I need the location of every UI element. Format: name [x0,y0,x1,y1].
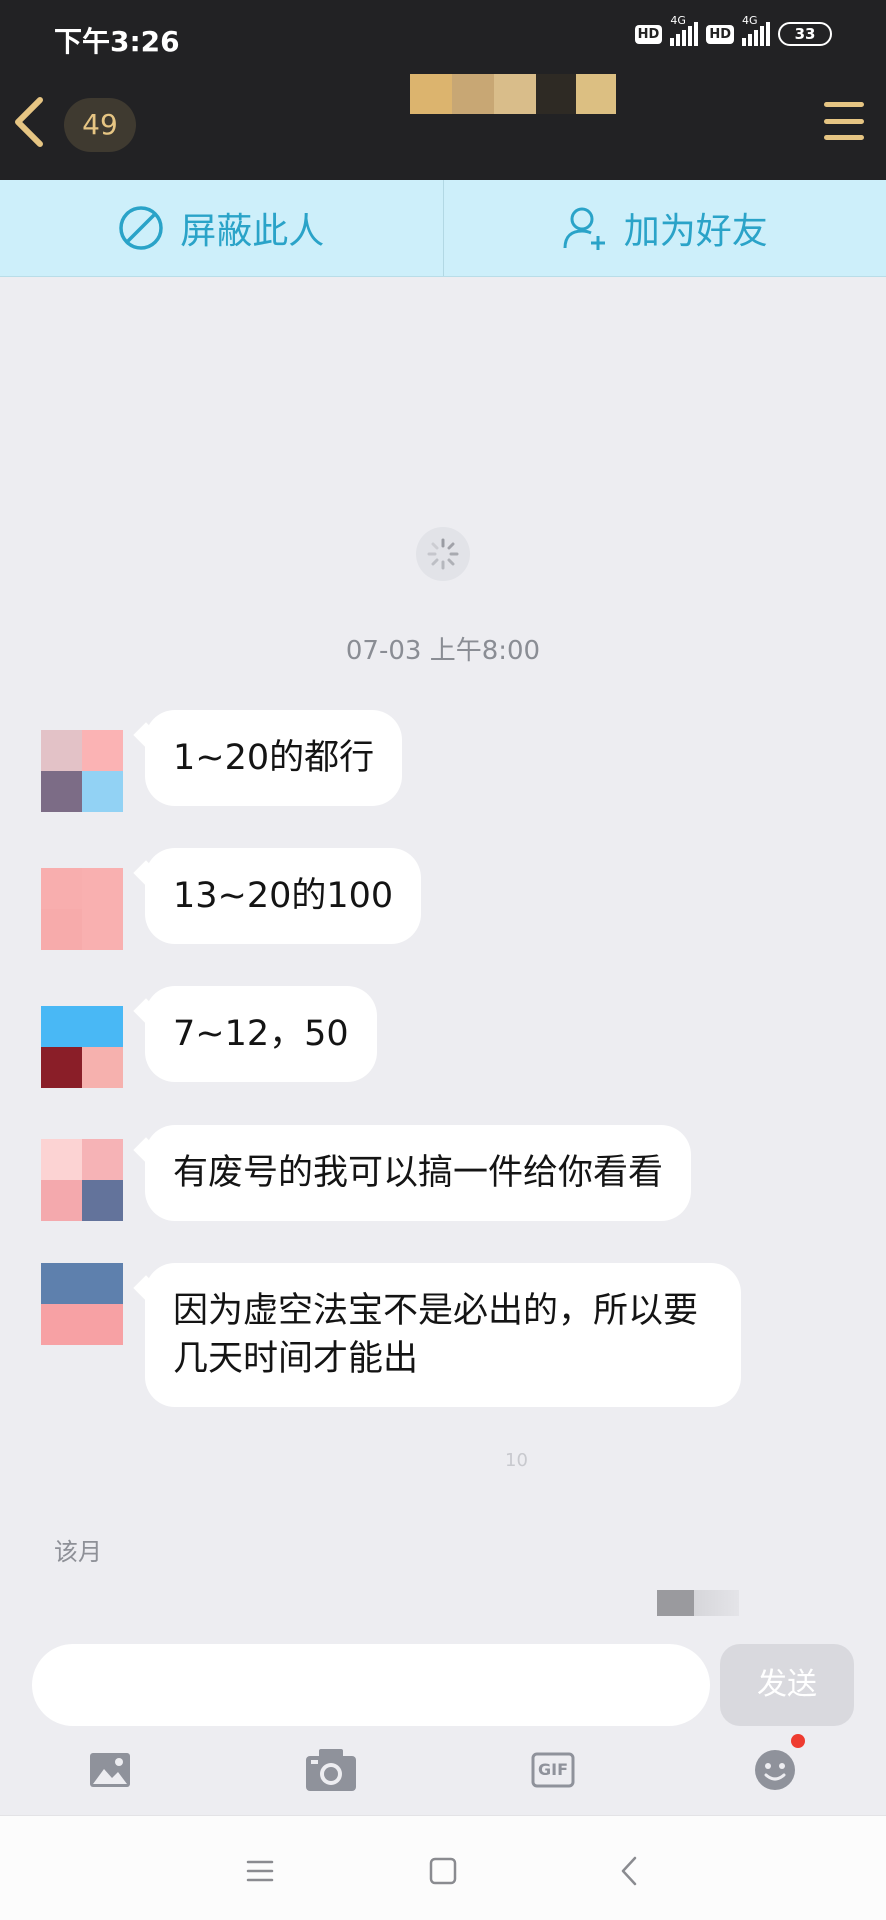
message-bubble[interactable]: 有废号的我可以搞一件给你看看 [145,1125,692,1221]
chevron-left-icon [621,1856,637,1886]
image-button[interactable] [82,1742,138,1798]
contact-name-redacted [410,74,616,114]
status-bar: 下午3:26 HD 4G HD 4G 33 [0,0,886,64]
chat-header: 49 [0,64,886,180]
system-nav-bar [0,1815,886,1920]
avatar[interactable] [41,1139,123,1221]
status-indicators: HD 4G HD 4G 33 [634,14,832,46]
gif-button[interactable]: GIF [525,1742,581,1798]
camera-button[interactable] [303,1742,359,1798]
add-friend-label: 加为好友 [623,211,768,252]
signal-icon: 4G [670,14,699,46]
nav-back-button[interactable] [604,1846,654,1896]
hd-badge: HD [706,24,734,44]
emoji-icon [755,1750,795,1790]
avatar[interactable] [41,730,123,812]
message-bubble[interactable]: 13~20的100 [145,848,422,944]
message-input[interactable] [32,1644,710,1726]
avatar[interactable] [41,1006,123,1088]
add-friend-button[interactable]: 加为好友 [444,180,886,276]
gif-label: GIF [537,1760,568,1779]
message-bubble[interactable]: 7~12，50 [145,986,377,1082]
loading-spinner [416,527,470,581]
send-button[interactable]: 发送 [720,1644,854,1726]
chevron-left-icon [15,97,43,147]
back-button[interactable] [8,92,50,152]
image-icon [90,1753,130,1787]
avatar[interactable] [41,1263,123,1345]
message-bubble[interactable]: 因为虚空法宝不是必出的，所以要几天时间才能出 [145,1263,741,1407]
menu-lines-icon [246,1860,274,1882]
camera-icon [306,1749,356,1791]
redacted-content [657,1590,739,1616]
hamburger-menu-icon [824,102,864,107]
home-button[interactable] [418,1846,468,1896]
recent-apps-button[interactable] [235,1846,285,1896]
network-type-label: 4G [670,14,686,27]
unread-count-badge[interactable]: 49 [64,98,136,152]
block-icon [119,206,163,250]
menu-button[interactable] [824,102,864,140]
battery-indicator: 33 [778,22,832,46]
emoji-button[interactable] [747,1734,805,1798]
message-timestamp: 07-03 上午8:00 [345,636,541,666]
status-time: 下午3:26 [54,25,180,58]
composer-row: 发送 [0,1628,886,1726]
composer-toolbar: GIF [0,1730,886,1814]
hd-badge: HD [634,24,663,44]
avatar[interactable] [41,868,123,950]
block-user-label: 屏蔽此人 [180,211,325,252]
spinner-icon [427,538,459,570]
square-icon [429,1857,457,1885]
add-friend-icon [563,207,605,250]
block-user-button[interactable]: 屏蔽此人 [0,180,443,276]
stranger-action-bar: 屏蔽此人 加为好友 [0,180,886,277]
notification-dot [791,1734,805,1748]
signal-icon: 4G [742,14,770,46]
faded-system-note: 该月 [54,1538,102,1566]
network-type-label: 4G [742,14,758,27]
faded-timestamp: 10 [505,1450,528,1471]
message-bubble[interactable]: 1~20的都行 [145,710,403,806]
